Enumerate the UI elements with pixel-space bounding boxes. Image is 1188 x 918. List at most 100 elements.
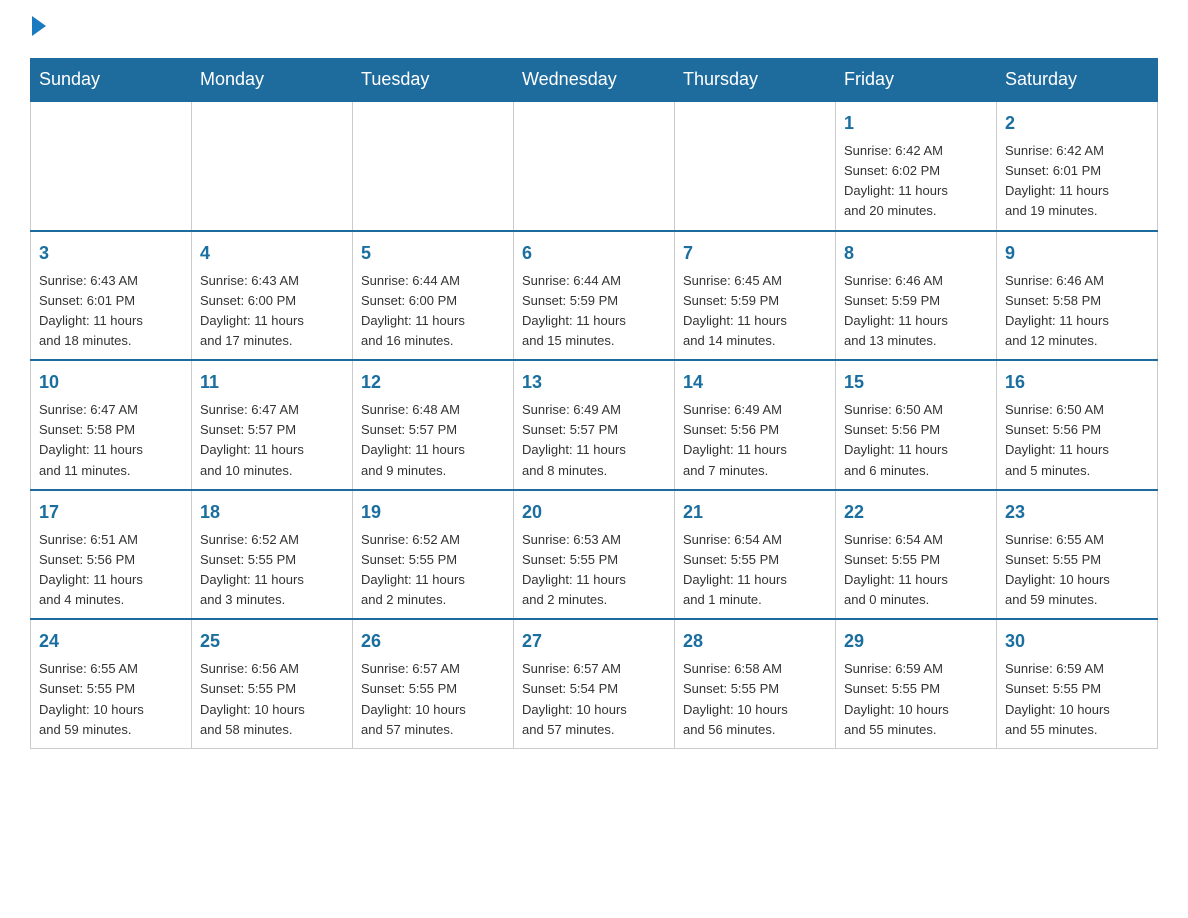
calendar-cell: 12Sunrise: 6:48 AM Sunset: 5:57 PM Dayli… [353,360,514,490]
calendar-cell: 19 Sunrise: 6:52 AM Sunset: 5:55 PM Dayli… [353,490,514,620]
day-info: Sunrise: 6:48 AM Sunset: 5:57 PM Dayligh… [361,400,505,481]
calendar-cell: 14 Sunrise: 6:49 AM Sunset: 5:56 PM Dayli… [675,360,836,490]
day-info: Sunrise: 6:44 AM Sunset: 6:00 PM Dayligh… [361,271,505,352]
calendar-cell: 17Sunrise: 6:51 AM Sunset: 5:56 PM Dayli… [31,490,192,620]
day-number: 10 [39,369,183,396]
day-info: Sunrise: 6:53 AM Sunset: 5:55 PM Dayligh… [522,530,666,611]
calendar-cell: 3 Sunrise: 6:43 AM Sunset: 6:01 PM Daylig… [31,231,192,361]
calendar-cell [31,101,192,231]
day-number: 23 [1005,499,1149,526]
day-number: 6 [522,240,666,267]
calendar-cell: 28 Sunrise: 6:58 AM Sunset: 5:55 PM Dayli… [675,619,836,748]
day-number: 22 [844,499,988,526]
calendar-cell: 24 Sunrise: 6:55 AM Sunset: 5:55 PM Dayli… [31,619,192,748]
calendar-cell: 11 Sunrise: 6:47 AM Sunset: 5:57 PM Dayli… [192,360,353,490]
calendar-cell: 10 Sunrise: 6:47 AM Sunset: 5:58 PM Dayli… [31,360,192,490]
day-number: 24 [39,628,183,655]
calendar-cell: 30 Sunrise: 6:59 AM Sunset: 5:55 PM Dayli… [997,619,1158,748]
calendar-cell: 25 Sunrise: 6:56 AM Sunset: 5:55 PM Dayli… [192,619,353,748]
calendar-cell: 2 Sunrise: 6:42 AM Sunset: 6:01 PM Daylig… [997,101,1158,231]
calendar-cell: 15Sunrise: 6:50 AM Sunset: 5:56 PM Dayli… [836,360,997,490]
weekday-header-tuesday: Tuesday [353,59,514,102]
calendar-cell: 26 Sunrise: 6:57 AM Sunset: 5:55 PM Dayli… [353,619,514,748]
week-row-3: 10 Sunrise: 6:47 AM Sunset: 5:58 PM Dayli… [31,360,1158,490]
calendar-table: SundayMondayTuesdayWednesdayThursdayFrid… [30,58,1158,749]
day-number: 14 [683,369,827,396]
day-info: Sunrise: 6:52 AM Sunset: 5:55 PM Dayligh… [361,530,505,611]
day-number: 21 [683,499,827,526]
calendar-cell: 16 Sunrise: 6:50 AM Sunset: 5:56 PM Dayli… [997,360,1158,490]
day-info: Sunrise: 6:55 AM Sunset: 5:55 PM Dayligh… [1005,530,1149,611]
calendar-cell: 22 Sunrise: 6:54 AM Sunset: 5:55 PM Dayli… [836,490,997,620]
calendar-cell: 7Sunrise: 6:45 AM Sunset: 5:59 PM Daylig… [675,231,836,361]
weekday-header-monday: Monday [192,59,353,102]
day-info: Sunrise: 6:50 AM Sunset: 5:56 PM Dayligh… [1005,400,1149,481]
day-info: Sunrise: 6:59 AM Sunset: 5:55 PM Dayligh… [1005,659,1149,740]
calendar-cell: 18 Sunrise: 6:52 AM Sunset: 5:55 PM Dayli… [192,490,353,620]
day-number: 25 [200,628,344,655]
day-info: Sunrise: 6:57 AM Sunset: 5:54 PM Dayligh… [522,659,666,740]
logo-text [30,20,46,36]
day-info: Sunrise: 6:43 AM Sunset: 6:00 PM Dayligh… [200,271,344,352]
calendar-header-row: SundayMondayTuesdayWednesdayThursdayFrid… [31,59,1158,102]
calendar-cell: 29Sunrise: 6:59 AM Sunset: 5:55 PM Dayli… [836,619,997,748]
day-number: 18 [200,499,344,526]
day-info: Sunrise: 6:52 AM Sunset: 5:55 PM Dayligh… [200,530,344,611]
logo-arrow-icon [32,16,46,36]
day-number: 30 [1005,628,1149,655]
day-info: Sunrise: 6:44 AM Sunset: 5:59 PM Dayligh… [522,271,666,352]
calendar-cell: 8 Sunrise: 6:46 AM Sunset: 5:59 PM Daylig… [836,231,997,361]
day-info: Sunrise: 6:47 AM Sunset: 5:58 PM Dayligh… [39,400,183,481]
day-number: 27 [522,628,666,655]
day-number: 3 [39,240,183,267]
day-info: Sunrise: 6:43 AM Sunset: 6:01 PM Dayligh… [39,271,183,352]
calendar-cell: 5 Sunrise: 6:44 AM Sunset: 6:00 PM Daylig… [353,231,514,361]
weekday-header-sunday: Sunday [31,59,192,102]
calendar-cell: 6 Sunrise: 6:44 AM Sunset: 5:59 PM Daylig… [514,231,675,361]
calendar-cell [192,101,353,231]
day-info: Sunrise: 6:42 AM Sunset: 6:01 PM Dayligh… [1005,141,1149,222]
weekday-header-wednesday: Wednesday [514,59,675,102]
weekday-header-friday: Friday [836,59,997,102]
day-number: 15 [844,369,988,396]
day-number: 8 [844,240,988,267]
day-info: Sunrise: 6:54 AM Sunset: 5:55 PM Dayligh… [844,530,988,611]
day-number: 13 [522,369,666,396]
page-header [30,20,1158,38]
day-number: 4 [200,240,344,267]
week-row-5: 24 Sunrise: 6:55 AM Sunset: 5:55 PM Dayli… [31,619,1158,748]
day-number: 20 [522,499,666,526]
day-number: 19 [361,499,505,526]
day-info: Sunrise: 6:49 AM Sunset: 5:56 PM Dayligh… [683,400,827,481]
day-number: 9 [1005,240,1149,267]
week-row-2: 3 Sunrise: 6:43 AM Sunset: 6:01 PM Daylig… [31,231,1158,361]
day-info: Sunrise: 6:57 AM Sunset: 5:55 PM Dayligh… [361,659,505,740]
day-number: 16 [1005,369,1149,396]
day-number: 2 [1005,110,1149,137]
day-number: 28 [683,628,827,655]
day-info: Sunrise: 6:59 AM Sunset: 5:55 PM Dayligh… [844,659,988,740]
week-row-1: 1Sunrise: 6:42 AM Sunset: 6:02 PM Daylig… [31,101,1158,231]
day-number: 17 [39,499,183,526]
calendar-cell: 13 Sunrise: 6:49 AM Sunset: 5:57 PM Dayli… [514,360,675,490]
calendar-cell [353,101,514,231]
day-info: Sunrise: 6:55 AM Sunset: 5:55 PM Dayligh… [39,659,183,740]
day-number: 11 [200,369,344,396]
calendar-cell [514,101,675,231]
day-number: 26 [361,628,505,655]
logo [30,20,46,38]
day-number: 7 [683,240,827,267]
day-info: Sunrise: 6:46 AM Sunset: 5:59 PM Dayligh… [844,271,988,352]
calendar-cell: 23 Sunrise: 6:55 AM Sunset: 5:55 PM Dayli… [997,490,1158,620]
calendar-cell: 9Sunrise: 6:46 AM Sunset: 5:58 PM Daylig… [997,231,1158,361]
day-info: Sunrise: 6:42 AM Sunset: 6:02 PM Dayligh… [844,141,988,222]
day-info: Sunrise: 6:56 AM Sunset: 5:55 PM Dayligh… [200,659,344,740]
day-number: 5 [361,240,505,267]
week-row-4: 17Sunrise: 6:51 AM Sunset: 5:56 PM Dayli… [31,490,1158,620]
day-info: Sunrise: 6:58 AM Sunset: 5:55 PM Dayligh… [683,659,827,740]
calendar-cell: 27 Sunrise: 6:57 AM Sunset: 5:54 PM Dayli… [514,619,675,748]
day-info: Sunrise: 6:49 AM Sunset: 5:57 PM Dayligh… [522,400,666,481]
day-info: Sunrise: 6:47 AM Sunset: 5:57 PM Dayligh… [200,400,344,481]
weekday-header-saturday: Saturday [997,59,1158,102]
calendar-cell: 20 Sunrise: 6:53 AM Sunset: 5:55 PM Dayli… [514,490,675,620]
